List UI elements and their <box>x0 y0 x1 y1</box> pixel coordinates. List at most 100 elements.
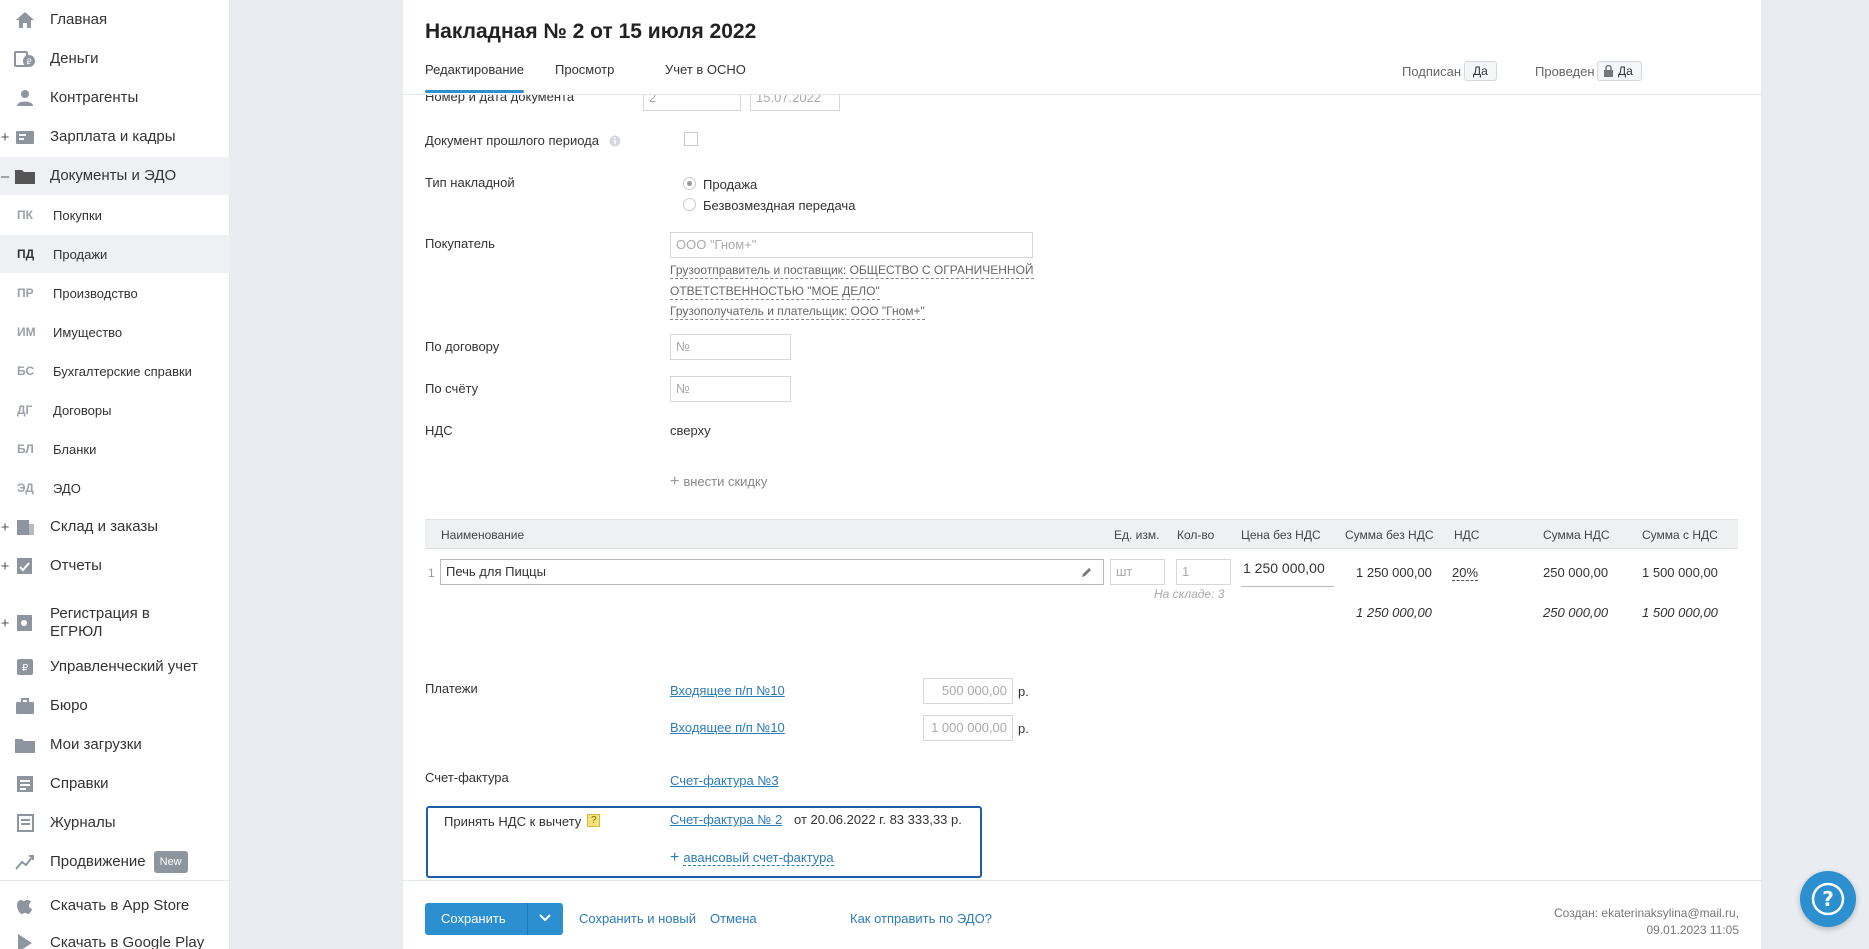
nav-item-journals[interactable]: Журналы <box>0 804 230 842</box>
downloads-folder-icon <box>14 735 36 755</box>
nav-item-money[interactable]: ₽ Деньги <box>0 40 230 78</box>
expand-icon[interactable]: + <box>0 558 10 575</box>
save-and-new-link[interactable]: Сохранить и новый <box>579 911 696 926</box>
payment-amount-2[interactable]: 1 000 000,00 <box>923 715 1013 741</box>
nav-item-warehouse[interactable]: + Склад и заказы <box>0 508 230 546</box>
invoice-link[interactable]: Счет-фактура №3 <box>670 773 779 788</box>
tab-osno[interactable]: Учет в ОСНО <box>665 62 746 94</box>
add-advance-invoice[interactable]: + авансовый счет-фактура <box>670 849 834 867</box>
help-button[interactable]: ? <box>1800 871 1856 927</box>
shipper-link-line2[interactable]: ОТВЕТСТВЕННОСТЬЮ "МОЕ ДЕЛО" <box>670 283 880 300</box>
vat-label: НДС <box>425 423 453 438</box>
qty-input[interactable]: 1 <box>1176 559 1231 585</box>
nav-item-salary[interactable]: + Зарплата и кадры <box>0 118 230 156</box>
posted-toggle[interactable]: Да <box>1597 61 1642 81</box>
vat-invoice-link[interactable]: Счет-фактура № 2 <box>670 812 782 827</box>
vat-deduction-text: Принять НДС к вычету <box>444 814 582 829</box>
expand-icon[interactable]: + <box>0 615 10 632</box>
sidebar-item-contracts[interactable]: ДГ Договоры <box>0 391 230 429</box>
col-qty: Кол-во <box>1177 528 1215 542</box>
sub-label: ЭДО <box>53 480 81 496</box>
cancel-link[interactable]: Отмена <box>710 911 757 926</box>
folder-icon <box>14 166 36 186</box>
payment-amount-1[interactable]: 500 000,00 <box>923 678 1013 704</box>
add-discount-link[interactable]: + внести скидку <box>670 473 767 491</box>
save-button[interactable]: Сохранить <box>425 903 563 935</box>
item-name-input[interactable]: Печь для Пиццы <box>440 559 1104 585</box>
sidebar-item-edo[interactable]: ЭД ЭДО <box>0 469 230 507</box>
collapse-icon[interactable]: – <box>0 168 10 185</box>
plus-icon: + <box>670 473 680 490</box>
nav-label: Скачать в Google Play <box>50 934 205 949</box>
pencil-icon[interactable] <box>1081 566 1093 578</box>
sidebar-item-purchases[interactable]: ПК Покупки <box>0 196 230 234</box>
registration-icon <box>14 613 36 633</box>
vat-sum: 250 000,00 <box>1543 565 1609 580</box>
sidebar-item-property[interactable]: ИМ Имущество <box>0 313 230 351</box>
payments-label: Платежи <box>425 681 478 696</box>
sub-label: Производство <box>53 285 138 301</box>
nav-label: Главная <box>50 11 108 28</box>
buyer-input[interactable]: ООО "Гном+" <box>670 232 1033 258</box>
question-icon[interactable]: ? <box>587 814 601 827</box>
google-play-link[interactable]: Скачать в Google Play <box>0 924 230 949</box>
shipper-link-line1[interactable]: Грузоотправитель и поставщик: ОБЩЕСТВО С… <box>670 262 1034 279</box>
invoice-input[interactable]: № <box>670 376 791 402</box>
tab-view[interactable]: Просмотр <box>555 62 614 94</box>
doc-date-input[interactable]: 15.07.2022 <box>750 95 840 111</box>
signed-label: Подписан <box>1402 64 1462 79</box>
price-input[interactable]: 1 250 000,00 <box>1241 559 1334 587</box>
new-badge: New <box>153 851 188 873</box>
sidebar-item-sales[interactable]: ПД Продажи <box>0 235 230 273</box>
sidebar-item-forms[interactable]: БЛ Бланки <box>0 430 230 468</box>
nav-item-home[interactable]: Главная <box>0 1 230 39</box>
expand-icon[interactable]: + <box>0 519 10 536</box>
nav-item-downloads[interactable]: Мои загрузки <box>0 726 230 764</box>
doc-number-input[interactable]: 2 <box>643 95 741 111</box>
nav-item-management[interactable]: ₽ Управленческий учет <box>0 648 230 686</box>
sub-label: Бухгалтерские справки <box>53 363 192 379</box>
warehouse-icon <box>14 517 36 537</box>
payment-link-1[interactable]: Входящее п/п №10 <box>670 683 785 698</box>
nav-item-contractors[interactable]: Контрагенты <box>0 79 230 117</box>
tab-edit[interactable]: Редактирование <box>425 62 525 94</box>
nav-item-promotion[interactable]: Продвижение New <box>0 843 230 881</box>
signed-toggle[interactable]: Да <box>1464 61 1497 81</box>
nav-label: Регистрация в ЕГРЮЛ <box>50 605 150 640</box>
edo-help-link[interactable]: Как отправить по ЭДО? <box>850 911 992 926</box>
past-period-checkbox[interactable] <box>684 132 698 146</box>
sub-label: Имущество <box>53 324 123 340</box>
management-icon: ₽ <box>14 657 36 677</box>
expand-icon[interactable]: + <box>0 129 10 146</box>
nav-item-references[interactable]: Справки <box>0 765 230 803</box>
sidebar-item-accounting-notes[interactable]: БС Бухгалтерские справки <box>0 352 230 390</box>
type-sale-radio[interactable] <box>683 177 696 190</box>
nav-label: Управленческий учет <box>50 658 198 675</box>
doc-number-label: Номер и дата документа <box>425 95 575 104</box>
total-sum-with-vat: 1 500 000,00 <box>1642 605 1718 620</box>
unit-input[interactable]: шт <box>1110 559 1165 585</box>
payment-link-2[interactable]: Входящее п/п №10 <box>670 720 785 735</box>
contract-input[interactable]: № <box>670 334 791 360</box>
nav-item-bureau[interactable]: Бюро <box>0 687 230 725</box>
contract-label: По договору <box>425 339 500 354</box>
vat-rate-select[interactable]: 20% <box>1452 565 1479 581</box>
nav-label: Продвижение New <box>50 851 188 873</box>
chevron-down-icon[interactable] <box>537 909 553 925</box>
vat-mode[interactable]: сверху <box>670 423 711 438</box>
consignee-link[interactable]: Грузополучатель и плательщик: ООО "Гном+… <box>670 303 925 320</box>
nav-label: Скачать в App Store <box>50 897 190 914</box>
nav-item-reports[interactable]: + Отчеты <box>0 547 230 585</box>
type-free-radio[interactable] <box>683 198 696 211</box>
col-price: Цена без НДС <box>1241 528 1321 542</box>
payment-currency-1: р. <box>1018 684 1029 699</box>
nav-item-registration[interactable]: + Регистрация в ЕГРЮЛ <box>0 598 230 648</box>
sidebar-item-production[interactable]: ПР Производство <box>0 274 230 312</box>
svg-text:?: ? <box>1822 887 1834 911</box>
nav-item-documents[interactable]: – Документы и ЭДО <box>0 157 230 195</box>
sum-with-vat: 1 500 000,00 <box>1642 565 1718 580</box>
info-icon[interactable] <box>609 135 621 147</box>
scrolled-row: Номер и дата документа 2 15.07.2022 <box>403 95 1761 115</box>
app-store-link[interactable]: Скачать в App Store <box>0 887 230 925</box>
col-vat-sum: Сумма НДС <box>1543 528 1610 542</box>
